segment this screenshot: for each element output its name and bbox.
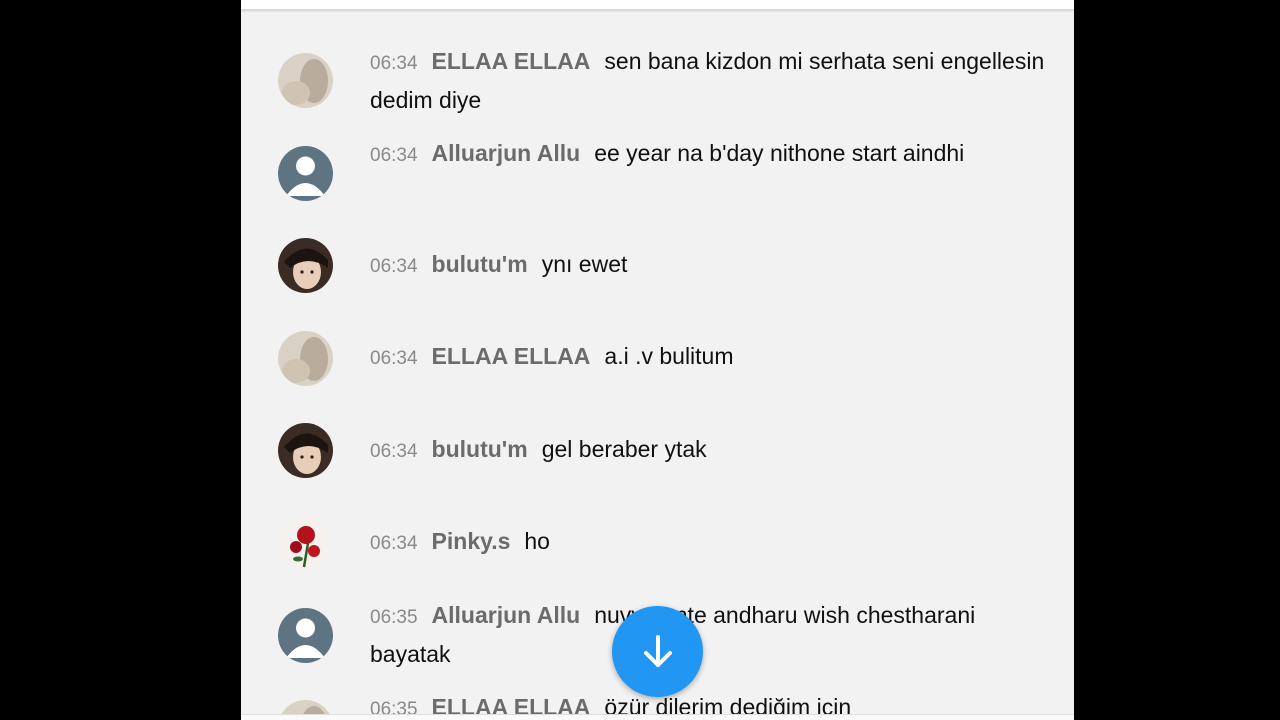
user-avatar[interactable] [278, 146, 333, 201]
message-author[interactable]: ELLAA ELLAA [432, 48, 591, 74]
message-author[interactable]: Alluarjun Allu [432, 602, 581, 628]
user-avatar[interactable] [278, 608, 333, 663]
arrow-down-icon [643, 634, 672, 667]
user-avatar[interactable] [278, 515, 333, 570]
message-author[interactable]: Alluarjun Allu [432, 140, 581, 166]
message-timestamp: 06:34 [370, 145, 418, 166]
message-text: ynı ewet [541, 251, 628, 277]
message-timestamp: 06:34 [370, 533, 418, 554]
message-text: a.i .v bulitum [604, 343, 734, 369]
message-author[interactable]: bulutu'm [432, 251, 528, 277]
message-author[interactable]: ELLAA ELLAA [432, 343, 591, 369]
message-text: ho [524, 528, 550, 554]
scroll-to-bottom-button[interactable] [612, 606, 703, 697]
message-timestamp: 06:34 [370, 256, 418, 277]
chat-panel: 06:34 ELLAA ELLAA sen bana kizdon mi serha… [241, 0, 1074, 720]
user-avatar[interactable] [278, 53, 333, 108]
chat-bottom-edge [241, 714, 1074, 720]
user-avatar[interactable] [278, 423, 333, 478]
message-timestamp: 06:34 [370, 441, 418, 462]
message-author[interactable]: Pinky.s [432, 528, 511, 554]
message-timestamp: 06:35 [370, 607, 418, 628]
user-avatar[interactable] [278, 331, 333, 386]
user-avatar[interactable] [278, 238, 333, 293]
chat-top-edge [241, 0, 1074, 10]
message-text: gel beraber ytak [541, 436, 707, 462]
message-author[interactable]: bulutu'm [432, 436, 528, 462]
message-timestamp: 06:34 [370, 53, 418, 74]
message-text: ee year na b'day nithone start aindhi [594, 140, 965, 166]
message-timestamp: 06:34 [370, 348, 418, 369]
